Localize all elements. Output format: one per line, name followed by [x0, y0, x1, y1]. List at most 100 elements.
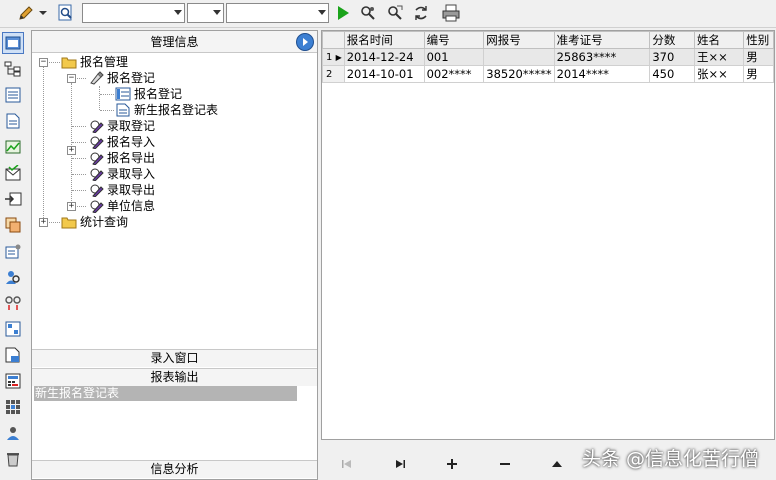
column-header-ticket[interactable]: 准考证号	[553, 31, 651, 49]
mail-check-icon[interactable]	[2, 162, 24, 184]
tree-expander[interactable]: +	[67, 202, 76, 211]
filter-combo-1[interactable]	[82, 3, 185, 23]
management-tree: − 报名管理 − 报名登记 报名登记 新生报名登记表 + 录取登记 报名导入 报…	[32, 53, 317, 347]
pencil-dropdown-icon[interactable]	[36, 3, 50, 23]
watermark: 头条 @信息化苦行僧	[582, 448, 760, 470]
tree-expander[interactable]: −	[39, 58, 48, 67]
tree-node-label: 录取导出	[107, 183, 156, 197]
data-grid: 报名时间 编号 网报号 准考证号 分数 姓名 性别 1 ▶ 2014-12-24…	[321, 30, 775, 440]
cell-ticket[interactable]: 2014****	[553, 65, 651, 83]
import-icon[interactable]	[2, 188, 24, 210]
cell-ticket[interactable]: 25863****	[553, 48, 651, 66]
column-header-web-id[interactable]: 网报号	[483, 31, 555, 49]
tree-node-label: 报名管理	[80, 55, 129, 69]
column-header-sex[interactable]: 性别	[743, 31, 774, 49]
tree-node-label: 报名导出	[107, 151, 156, 165]
cell-date[interactable]: 2014-10-01	[343, 65, 425, 83]
tree-expander[interactable]: +	[39, 218, 48, 227]
tree-node-label: 报名登记	[134, 87, 183, 101]
tree-node-unit-info[interactable]: 单位信息	[88, 198, 155, 214]
info-analysis-bar[interactable]: 信息分析	[32, 460, 317, 478]
cell-id[interactable]: 001	[423, 48, 485, 66]
report-icon[interactable]	[2, 344, 24, 366]
table-export-icon[interactable]	[2, 214, 24, 236]
form-grid-icon	[115, 87, 131, 101]
cell-name[interactable]: 王××	[694, 48, 745, 66]
module-rail	[0, 28, 28, 480]
tree-node-admit-import[interactable]: 录取导入	[88, 166, 155, 182]
document-icon	[116, 103, 130, 117]
tree-node-registration[interactable]: 报名登记	[88, 70, 155, 86]
folder-open-icon	[61, 57, 77, 69]
column-header-date[interactable]: 报名时间	[343, 31, 425, 49]
cell-score[interactable]: 450	[649, 65, 696, 83]
column-header-id[interactable]: 编号	[423, 31, 485, 49]
user-pencil-icon	[90, 168, 104, 181]
column-header-name[interactable]: 姓名	[694, 31, 745, 49]
delete-record-button[interactable]	[491, 454, 519, 474]
table-row[interactable]: 2 2014-10-01 002**** 38520***** 2014****…	[322, 65, 774, 83]
cell-sex[interactable]: 男	[743, 65, 774, 83]
tree-node-reg-export[interactable]: 报名导出	[88, 150, 155, 166]
column-header-score[interactable]: 分数	[649, 31, 696, 49]
user-pencil-icon	[90, 200, 104, 213]
tree-expander[interactable]: +	[67, 146, 76, 155]
chart-icon[interactable]	[2, 136, 24, 158]
cell-date[interactable]: 2014-12-24	[343, 48, 425, 66]
tree-structure-icon[interactable]	[2, 58, 24, 80]
report-list: 新生报名登记表	[32, 386, 317, 442]
link-icon[interactable]	[2, 292, 24, 314]
settings-form-icon[interactable]	[2, 240, 24, 262]
tree-node-registration-mgmt[interactable]: 报名管理	[61, 54, 128, 70]
collapse-panel-button[interactable]	[296, 33, 314, 51]
row-indicator: 1 ▶	[322, 48, 345, 66]
users-icon[interactable]	[2, 266, 24, 288]
form-view-icon[interactable]	[2, 32, 24, 54]
cell-id[interactable]: 002****	[423, 65, 485, 83]
run-icon[interactable]	[333, 3, 353, 23]
cell-sex[interactable]: 男	[743, 48, 774, 66]
form-list-icon[interactable]	[2, 84, 24, 106]
tree-node-label: 录取导入	[107, 167, 156, 181]
admin-icon[interactable]	[2, 422, 24, 444]
entry-window-bar[interactable]: 录入窗口	[32, 349, 317, 367]
tree-node-statistics[interactable]: 统计查询	[61, 214, 128, 230]
tree-node-reg-import[interactable]: 报名导入	[88, 134, 155, 150]
tree-node-admit-export[interactable]: 录取导出	[88, 182, 155, 198]
find-user-icon[interactable]	[358, 3, 378, 23]
cell-web-id[interactable]	[483, 48, 555, 66]
edit-record-button[interactable]	[543, 454, 571, 474]
user-pencil-icon	[90, 152, 104, 165]
find-next-icon[interactable]	[385, 3, 405, 23]
pencil-icon[interactable]	[16, 3, 36, 23]
grid-apps-icon[interactable]	[2, 396, 24, 418]
first-record-button[interactable]	[333, 454, 361, 474]
calculator-icon[interactable]	[2, 370, 24, 392]
tree-expander[interactable]: −	[67, 74, 76, 83]
filter-combo-3[interactable]	[226, 3, 329, 23]
table-row[interactable]: 1 ▶ 2014-12-24 001 25863**** 370 王×× 男	[322, 48, 774, 66]
cell-score[interactable]: 370	[649, 48, 696, 66]
tools-icon	[90, 71, 104, 85]
tree-node-label: 报名导入	[107, 135, 156, 149]
tree-node-admission-reg[interactable]: 录取登记	[88, 118, 155, 134]
document-icon[interactable]	[2, 110, 24, 132]
cell-web-id[interactable]: 38520*****	[483, 65, 555, 83]
report-output-label: 报表输出	[150, 370, 199, 384]
triangle-up-icon	[552, 461, 562, 467]
refresh-icon[interactable]	[411, 3, 431, 23]
print-icon[interactable]	[440, 3, 462, 23]
tree-node-new-student-table[interactable]: 新生报名登记表	[115, 102, 218, 118]
zoom-page-icon[interactable]	[56, 3, 76, 23]
add-record-button[interactable]	[438, 454, 466, 474]
report-output-bar[interactable]: 报表输出	[32, 368, 317, 386]
last-record-icon	[396, 460, 405, 468]
cell-name[interactable]: 张××	[694, 65, 745, 83]
report-grid-icon[interactable]	[2, 318, 24, 340]
column-header	[322, 31, 345, 49]
trash-icon[interactable]	[2, 448, 24, 470]
last-record-button[interactable]	[386, 454, 414, 474]
filter-combo-2[interactable]	[187, 3, 224, 23]
tree-node-registration-item[interactable]: 报名登记	[115, 86, 182, 102]
report-item[interactable]: 新生报名登记表	[34, 386, 297, 401]
